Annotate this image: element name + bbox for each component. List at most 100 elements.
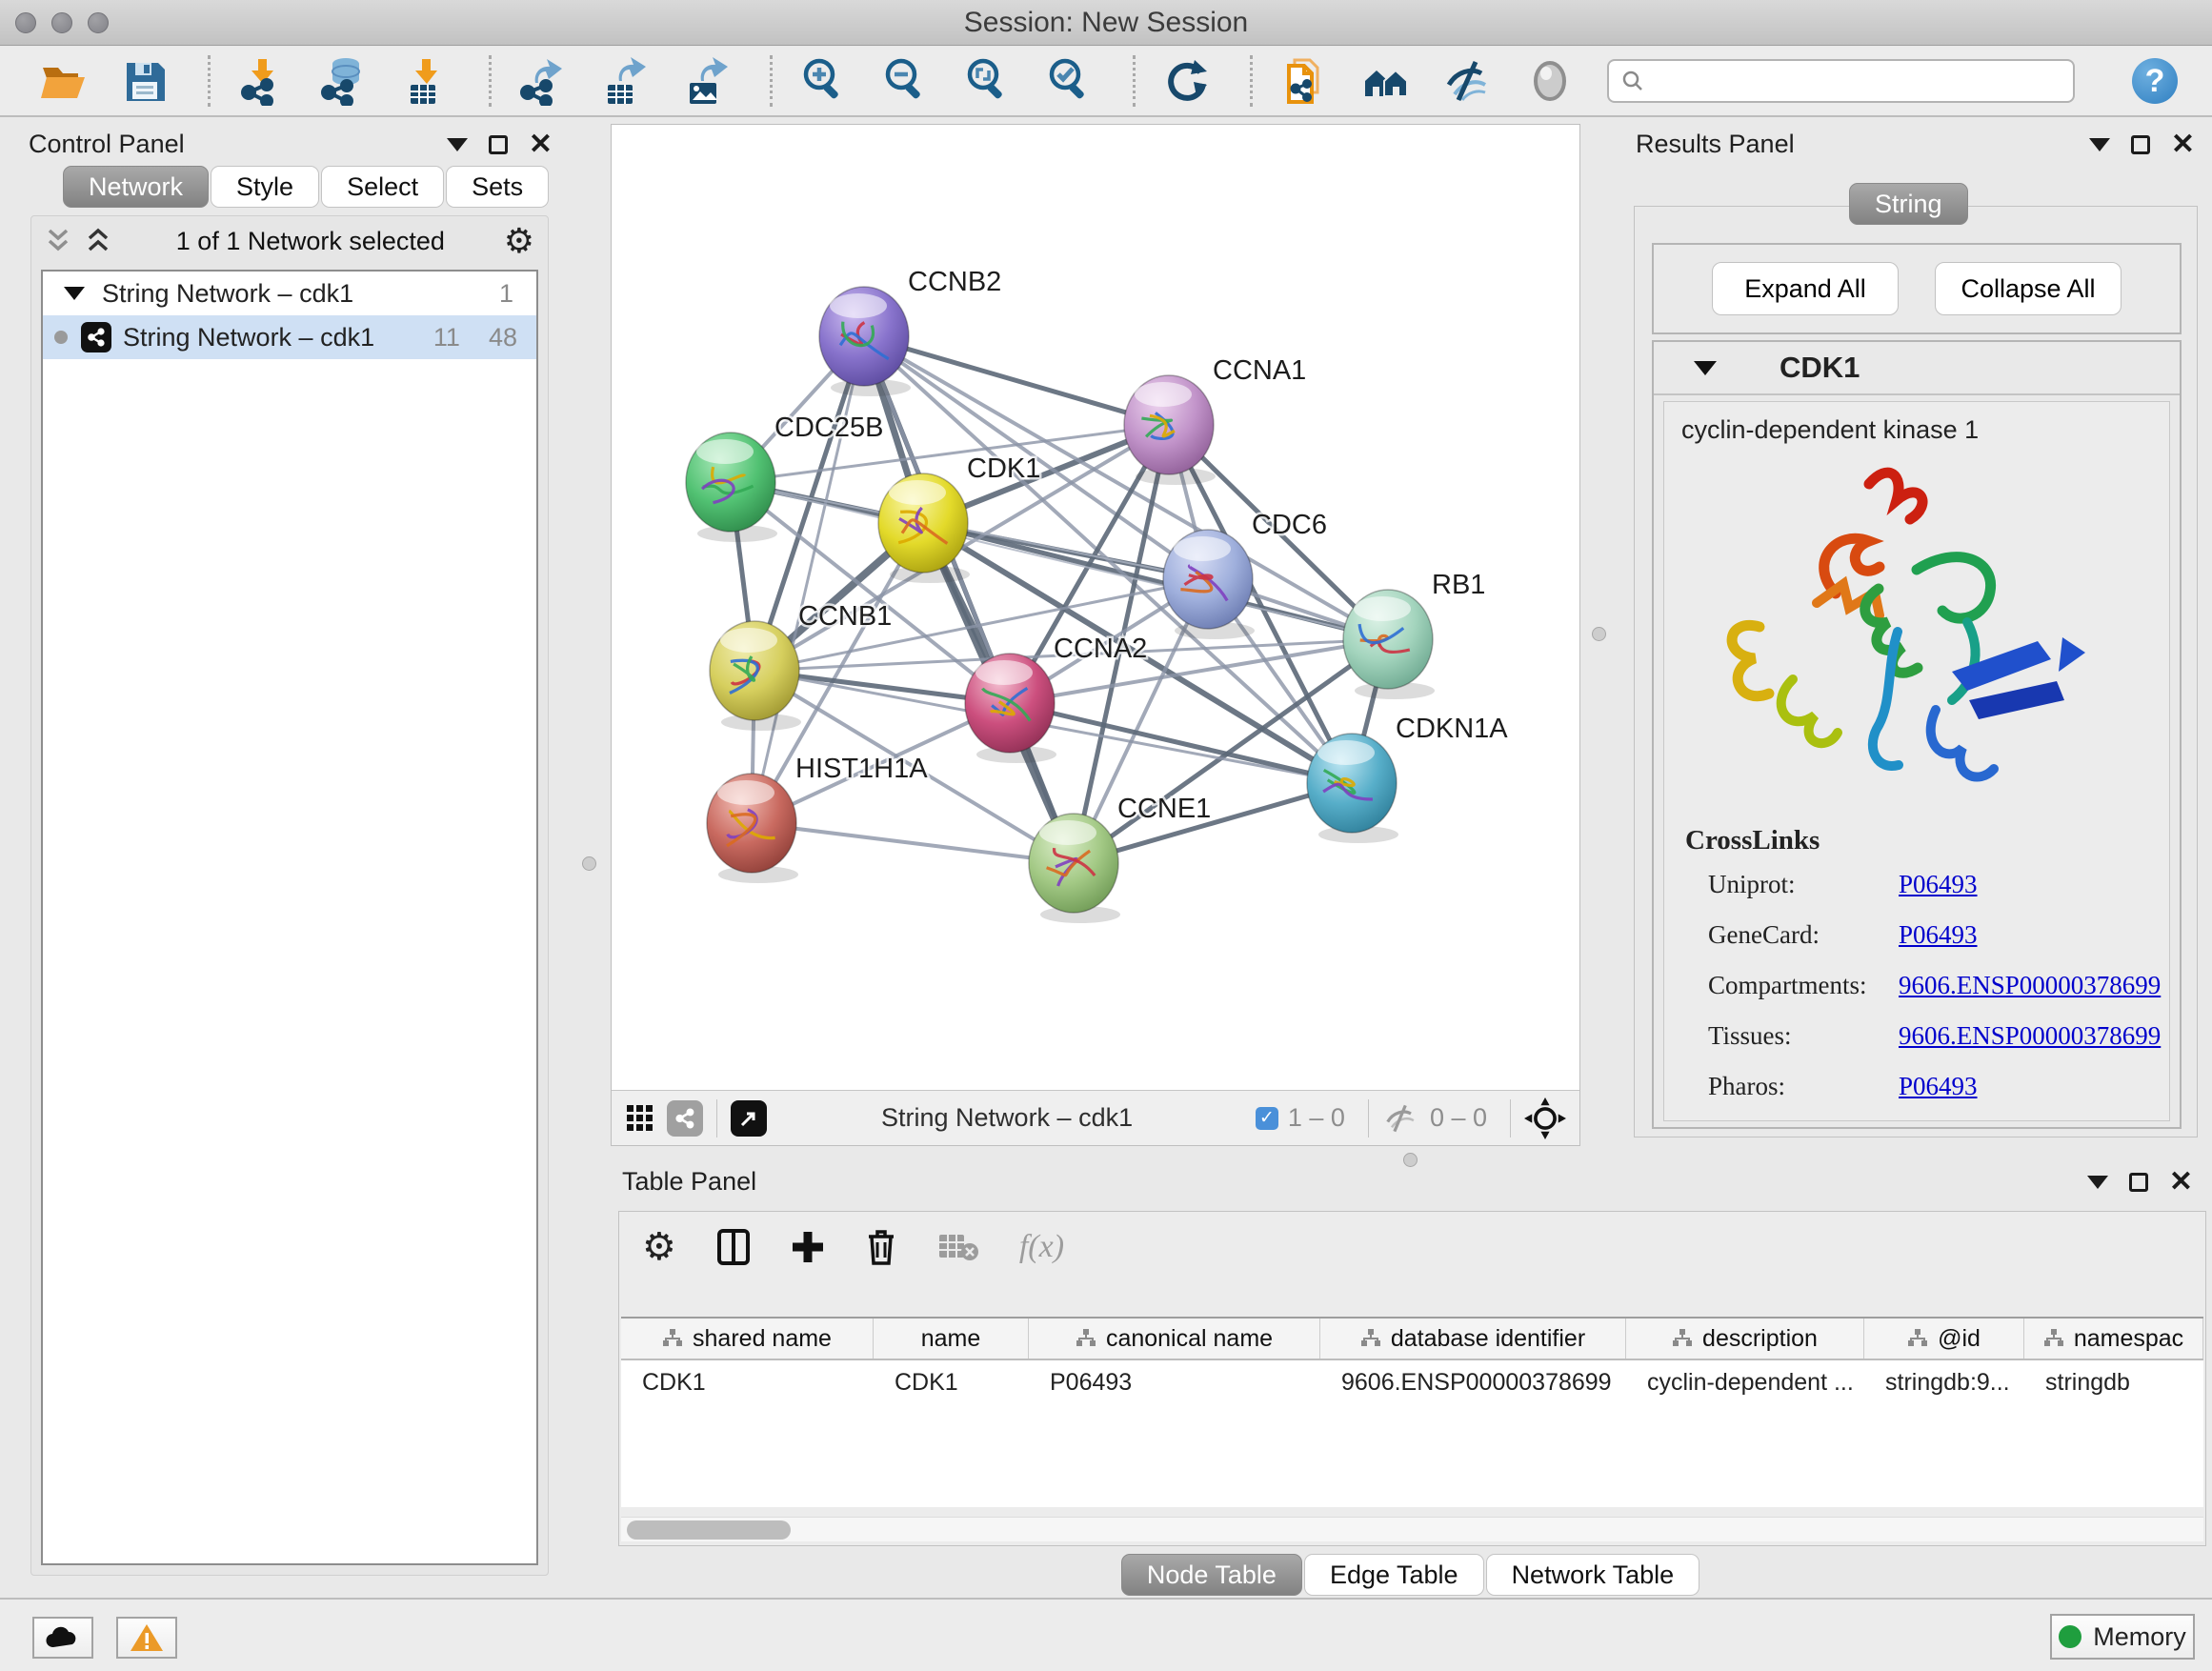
export-table-icon[interactable] xyxy=(600,56,650,106)
delete-column-icon[interactable] xyxy=(865,1228,897,1266)
network-edge-HIST1H1A-CCNE1[interactable] xyxy=(752,823,1074,863)
tab-select[interactable]: Select xyxy=(321,166,444,208)
zoom-fit-icon[interactable] xyxy=(963,56,1013,106)
network-node-CCNE1[interactable] xyxy=(1029,814,1120,923)
tab-style[interactable]: Style xyxy=(211,166,319,208)
network-edge-CCNA2-CDKN1A[interactable] xyxy=(1010,703,1352,783)
network-edge-CCNB2-HIST1H1A[interactable] xyxy=(752,336,864,823)
tab-sets[interactable]: Sets xyxy=(446,166,549,208)
table-cell[interactable]: cyclin-dependent ... xyxy=(1626,1360,1864,1404)
expand-all-button[interactable]: Expand All xyxy=(1712,262,1899,315)
network-node-RB1[interactable] xyxy=(1343,590,1435,699)
column-header-description[interactable]: description xyxy=(1626,1319,1864,1359)
fit-selection-crosshair-icon[interactable] xyxy=(1524,1097,1566,1139)
open-in-window-icon[interactable] xyxy=(731,1100,767,1137)
help-button[interactable]: ? xyxy=(2132,58,2178,104)
table-cell[interactable]: stringdb xyxy=(2024,1360,2203,1404)
zoom-selected-icon[interactable] xyxy=(1045,56,1095,106)
crosslink-link[interactable]: P06493 xyxy=(1899,920,1978,949)
delete-table-icon[interactable] xyxy=(937,1231,979,1263)
right-splitter-handle[interactable] xyxy=(1592,627,1606,641)
network-canvas[interactable]: CCNB2CCNA1CDC25BCDK1CDC6RB1CCNB1CCNA2CDK… xyxy=(612,125,1579,1089)
export-image-icon[interactable] xyxy=(682,56,732,106)
collapse-all-button[interactable]: Collapse All xyxy=(1935,262,2122,315)
first-neighbors-icon[interactable] xyxy=(1361,56,1411,106)
table-cell[interactable]: P06493 xyxy=(1029,1360,1320,1404)
table-cell[interactable]: stringdb:9... xyxy=(1864,1360,2024,1404)
tab-edge-table[interactable]: Edge Table xyxy=(1304,1554,1484,1596)
show-all-icon[interactable] xyxy=(1525,56,1575,106)
crosslink-link[interactable]: 9606.ENSP00000378699 xyxy=(1899,971,2161,999)
refresh-icon[interactable] xyxy=(1162,56,1212,106)
column-header-namespac[interactable]: namespac xyxy=(2024,1319,2203,1359)
table-cell[interactable]: CDK1 xyxy=(874,1360,1029,1404)
collection-caret-icon[interactable] xyxy=(64,287,85,300)
network-node-CDKN1A[interactable] xyxy=(1307,734,1398,843)
show-columns-icon[interactable] xyxy=(716,1228,751,1266)
table-panel-menu-caret[interactable] xyxy=(2087,1176,2108,1189)
network-node-CCNB2[interactable] xyxy=(819,287,911,396)
tab-network[interactable]: Network xyxy=(63,166,209,208)
add-column-icon[interactable] xyxy=(791,1230,825,1264)
table-horizontal-scrollbar[interactable] xyxy=(621,1517,2203,1541)
sort-tree-icon xyxy=(2043,1328,2064,1349)
selected-nodes-checkbox[interactable]: ✓ xyxy=(1256,1107,1278,1130)
table-panel-float-button[interactable] xyxy=(2129,1173,2148,1192)
results-panel-menu-caret[interactable] xyxy=(2089,138,2110,151)
collapse-all-icon[interactable] xyxy=(45,227,77,255)
share-document-icon[interactable] xyxy=(1279,56,1329,106)
control-panel-menu-caret[interactable] xyxy=(447,138,468,151)
network-birdseye-icon[interactable] xyxy=(667,1100,703,1137)
scrollbar-thumb[interactable] xyxy=(627,1520,791,1540)
save-session-icon[interactable] xyxy=(120,56,170,106)
zoom-out-icon[interactable] xyxy=(881,56,931,106)
table-panel-close-button[interactable]: ✕ xyxy=(2169,1173,2193,1192)
control-panel-float-button[interactable] xyxy=(489,135,508,154)
import-network-file-icon[interactable] xyxy=(237,56,287,106)
table-cell[interactable]: CDK1 xyxy=(621,1360,874,1404)
function-builder-icon[interactable]: f(x) xyxy=(1019,1229,1064,1265)
network-collection-row[interactable]: String Network – cdk1 1 xyxy=(43,272,536,315)
crosslink-link[interactable]: P06493 xyxy=(1899,870,1978,898)
control-panel-close-button[interactable]: ✕ xyxy=(529,135,553,154)
column-header-name[interactable]: name xyxy=(874,1319,1029,1359)
network-node-CCNA2[interactable] xyxy=(965,654,1056,763)
network-node-CDC25B[interactable] xyxy=(686,433,777,542)
horizontal-splitter-handle[interactable] xyxy=(1403,1153,1418,1167)
zoom-in-icon[interactable] xyxy=(799,56,849,106)
results-panel-close-button[interactable]: ✕ xyxy=(2171,135,2195,154)
search-input[interactable] xyxy=(1645,67,2045,96)
table-cell[interactable]: 9606.ENSP00000378699 xyxy=(1320,1360,1626,1404)
hide-selected-icon[interactable] xyxy=(1443,56,1493,106)
import-network-database-icon[interactable] xyxy=(319,56,369,106)
column-header-@id[interactable]: @id xyxy=(1864,1319,2024,1359)
network-options-gear-icon[interactable]: ⚙ xyxy=(504,227,534,255)
warning-status-button[interactable] xyxy=(116,1617,177,1659)
gene-collapse-caret[interactable] xyxy=(1694,361,1717,375)
search-field[interactable] xyxy=(1607,59,2075,103)
column-header-canonical-name[interactable]: canonical name xyxy=(1029,1319,1320,1359)
column-header-shared-name[interactable]: shared name xyxy=(621,1319,874,1359)
crosslink-link[interactable]: 9606.ENSP00000378699 xyxy=(1899,1021,2161,1050)
crosslink-link[interactable]: P06493 xyxy=(1899,1072,1978,1100)
tab-node-table[interactable]: Node Table xyxy=(1121,1554,1302,1596)
expand-all-icon[interactable] xyxy=(85,227,117,255)
tab-network-table[interactable]: Network Table xyxy=(1486,1554,1700,1596)
export-network-icon[interactable] xyxy=(518,56,568,106)
tab-string[interactable]: String xyxy=(1849,183,1968,225)
table-options-gear-icon[interactable]: ⚙ xyxy=(642,1225,676,1269)
network-node-HIST1H1A[interactable] xyxy=(707,774,798,883)
results-panel-float-button[interactable] xyxy=(2131,135,2150,154)
cloud-status-button[interactable] xyxy=(32,1617,93,1659)
network-node-CCNB1[interactable] xyxy=(710,621,801,731)
import-table-icon[interactable] xyxy=(401,56,451,106)
network-row-selected[interactable]: String Network – cdk1 11 48 xyxy=(43,315,536,359)
memory-button[interactable]: Memory xyxy=(2050,1614,2195,1660)
column-header-database-identifier[interactable]: database identifier xyxy=(1320,1319,1626,1359)
network-node-CCNA1[interactable] xyxy=(1124,375,1216,485)
open-session-icon[interactable] xyxy=(38,56,88,106)
hidden-items-icon[interactable] xyxy=(1382,1104,1420,1133)
left-splitter-handle[interactable] xyxy=(582,856,596,871)
grid-view-icon[interactable] xyxy=(625,1103,655,1134)
table-data-row[interactable]: CDK1CDK1P064939606.ENSP00000378699cyclin… xyxy=(621,1360,2203,1404)
